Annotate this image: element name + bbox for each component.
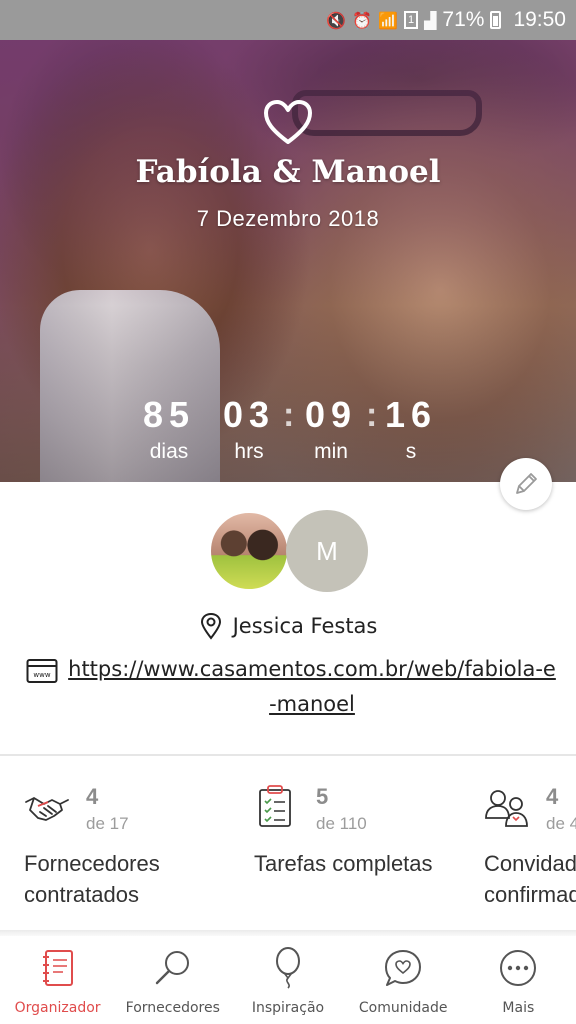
svg-text:www: www [33, 671, 50, 679]
countdown-seconds-value: 16 [384, 394, 438, 435]
avatar[interactable] [208, 510, 290, 592]
nav-mais[interactable]: Mais [461, 936, 576, 1024]
search-icon [151, 946, 195, 990]
nav-label: Mais [502, 1000, 535, 1016]
status-bar: 🔇 ⏰ 📶 1 ▟ 71% 19:50 [0, 0, 576, 40]
stat-label: Tarefas completas [254, 851, 433, 876]
stat-count: 4 [546, 784, 559, 809]
nav-label: Fornecedores [125, 1000, 220, 1016]
stat-label: Fornecedores contratados [24, 851, 160, 907]
wedding-date: 7 Dezembro 2018 [196, 206, 380, 231]
nav-label: Organizador [14, 1000, 101, 1016]
guests-icon [485, 790, 528, 827]
countdown-minutes-value: 09 [304, 394, 358, 435]
countdown-hours-value: 03 [222, 394, 276, 435]
mute-icon: 🔇 [326, 10, 347, 30]
notebook-icon [36, 946, 80, 990]
pencil-icon [516, 473, 537, 494]
countdown-seconds-label: s [405, 440, 417, 463]
stat-total: de 110 [316, 814, 367, 833]
sim-icon: 1 [404, 11, 419, 29]
alarm-icon: ⏰ [352, 10, 373, 30]
countdown-days-label: dias [149, 440, 189, 463]
heart-icon [264, 100, 312, 144]
venue[interactable]: Jessica Festas [0, 612, 576, 640]
countdown-days: 85 dias [124, 394, 214, 464]
partner-initial: M [316, 535, 338, 566]
edit-button[interactable] [500, 458, 552, 510]
stat-count: 4 [86, 784, 99, 809]
nav-organizador[interactable]: Organizador [0, 936, 115, 1024]
website-link[interactable]: https://www.casamentos.com.br/web/fabiol… [66, 652, 558, 722]
chat-heart-icon [381, 946, 425, 990]
clock: 19:50 [513, 8, 566, 31]
stat-total: de 4 [546, 814, 576, 833]
clipboard-icon [259, 785, 291, 827]
nav-label: Comunidade [358, 1000, 448, 1016]
countdown-days-value: 85 [142, 394, 196, 435]
stat-count: 5 [316, 784, 329, 809]
location-pin-icon [200, 612, 221, 640]
countdown: 85 dias 03 hrs : 09 min : 16 s [0, 394, 576, 474]
venue-name: Jessica Festas [232, 614, 378, 638]
stat-total: de 17 [86, 814, 129, 833]
wifi-icon: 📶 [378, 10, 399, 30]
bottom-nav: Organizador Fornecedores Inspiração Comu… [0, 936, 576, 1024]
countdown-minutes-label: min [314, 440, 348, 463]
stat-label: Convidados confirmados [484, 851, 576, 907]
nav-inspiracao[interactable]: Inspiração [230, 936, 345, 1024]
couple-avatars: M [0, 510, 576, 592]
couple-name: Fabíola & Manoel [135, 154, 441, 190]
nav-comunidade[interactable]: Comunidade [346, 936, 461, 1024]
battery-icon [490, 11, 502, 29]
nav-label: Inspiração [251, 1000, 325, 1016]
more-icon [496, 946, 540, 990]
battery-percent: 71% [442, 8, 485, 31]
countdown-minutes: 09 min [286, 394, 376, 464]
balloon-icon [266, 946, 310, 990]
countdown-hours-label: hrs [234, 440, 264, 463]
stats-row: 4 de 17 Fornecedores contratados 5 de 11… [0, 770, 576, 920]
countdown-seconds: 16 s [366, 394, 456, 464]
browser-icon: www [26, 659, 58, 683]
handshake-icon [25, 797, 69, 821]
countdown-hours: 03 hrs [204, 394, 294, 464]
nav-fornecedores[interactable]: Fornecedores [115, 936, 230, 1024]
stat-vendors[interactable]: 4 de 17 Fornecedores contratados [24, 770, 256, 920]
couple-photo: Fabíola & Manoel 7 Dezembro 2018 85 dias… [0, 40, 576, 482]
stat-tasks[interactable]: 5 de 110 Tarefas completas [254, 770, 486, 920]
signal-icon: ▟ [424, 10, 437, 30]
stat-guests[interactable]: 4 de 4 Convidados confirmados [484, 770, 576, 920]
website: www https://www.casamentos.com.br/web/fa… [26, 652, 556, 722]
partner-avatar[interactable]: M [286, 510, 368, 592]
divider [0, 754, 576, 756]
